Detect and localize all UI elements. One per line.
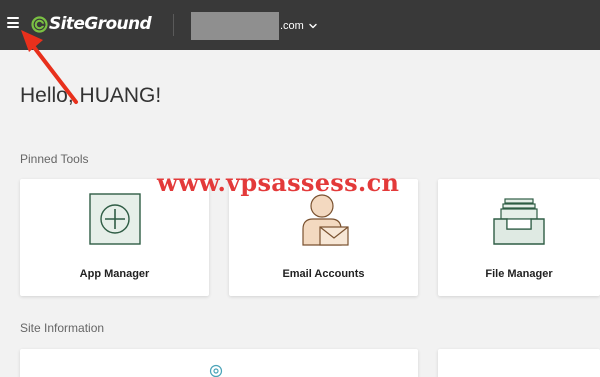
app-manager-label: App Manager	[79, 268, 150, 280]
site-info-card-secondary	[438, 349, 600, 377]
top-bar: SiteGround .com	[0, 0, 600, 50]
siteground-logo-icon	[31, 15, 48, 33]
watermark-text: www.vpsassess.cn	[157, 168, 400, 197]
domain-suffix: .com	[280, 20, 304, 32]
site-info-card	[20, 349, 418, 377]
siteground-logo[interactable]: SiteGround	[31, 12, 152, 36]
chevron-down-icon	[309, 23, 317, 29]
header-divider	[173, 14, 174, 36]
app-manager-icon	[88, 193, 141, 245]
logo-text: SiteGround	[49, 14, 152, 34]
site-information-title: Site Information	[20, 321, 105, 335]
domain-selector[interactable]: .com	[191, 12, 318, 40]
hamburger-icon[interactable]	[7, 17, 19, 28]
email-accounts-icon	[301, 194, 349, 246]
file-manager-label: File Manager	[485, 268, 553, 280]
greeting-heading: Hello, HUANG!	[20, 84, 162, 107]
redacted-domain-name	[191, 12, 279, 40]
pinned-tools-title: Pinned Tools	[20, 152, 89, 166]
email-accounts-label: Email Accounts	[282, 268, 365, 280]
file-manager-icon	[493, 198, 545, 245]
file-manager-card[interactable]: File Manager	[438, 179, 600, 296]
location-pin-icon	[209, 364, 223, 377]
